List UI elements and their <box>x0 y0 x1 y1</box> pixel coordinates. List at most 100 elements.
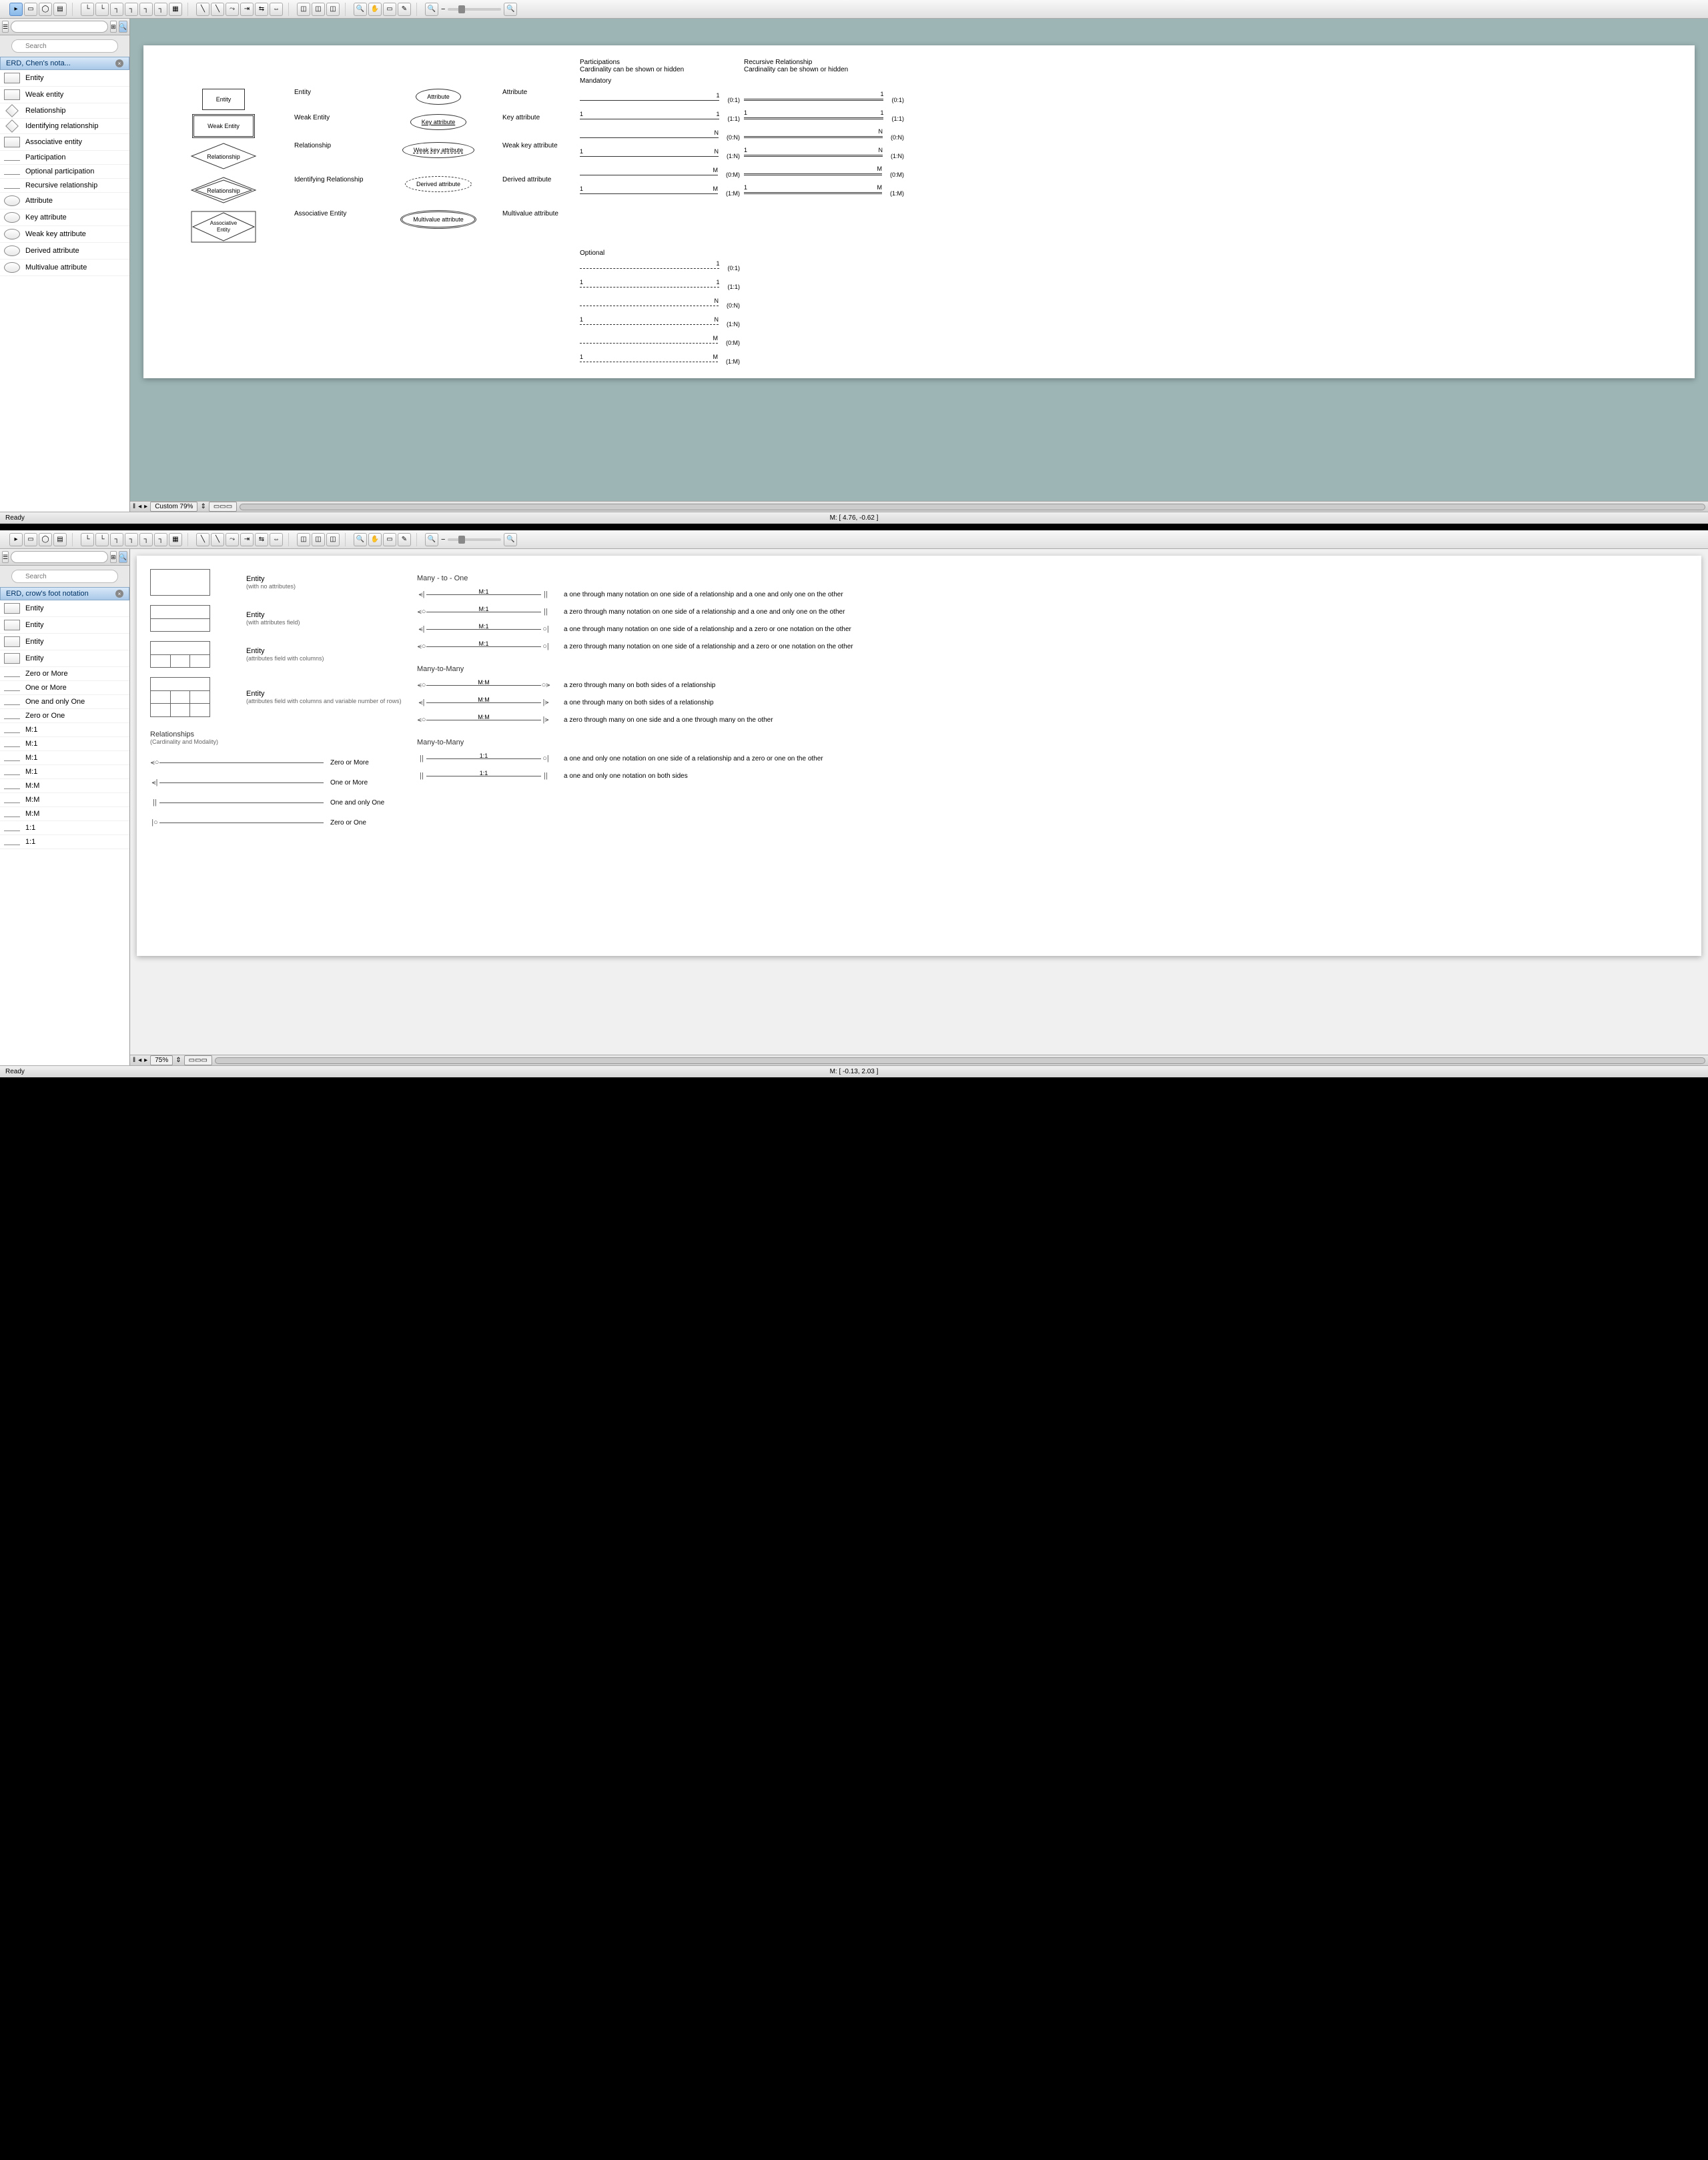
grp1[interactable]: ◫ <box>297 3 310 16</box>
shape-item[interactable]: Attribute <box>0 193 129 209</box>
line6[interactable]: ⇔ <box>270 3 283 16</box>
conn6[interactable]: ┐ <box>154 3 167 16</box>
conn6[interactable]: ┐ <box>154 533 167 546</box>
tree-view-btn[interactable]: ☰ <box>2 551 9 563</box>
stamp-tool[interactable]: ▭ <box>383 533 396 546</box>
line4[interactable]: ⇥ <box>240 533 254 546</box>
zoom-display[interactable]: Custom 79% <box>150 502 197 512</box>
line5[interactable]: ⇆ <box>255 3 268 16</box>
line3[interactable]: ⤳ <box>226 3 239 16</box>
rect-tool[interactable]: ▭ <box>24 533 37 546</box>
shape-item[interactable]: Zero or More <box>0 667 129 681</box>
shape-item[interactable]: Zero or One <box>0 709 129 723</box>
panel-header[interactable]: ERD, crow's foot notation × <box>0 587 129 600</box>
zoom-tool[interactable]: 🔍 <box>354 533 367 546</box>
shape-item[interactable]: M:1 <box>0 723 129 737</box>
grp2[interactable]: ◫ <box>312 3 325 16</box>
shape-item[interactable]: Entity <box>0 70 129 87</box>
eyedrop-tool[interactable]: ✎ <box>398 533 411 546</box>
conn7[interactable]: ▦ <box>169 533 182 546</box>
shape-item[interactable]: 1:1 <box>0 821 129 835</box>
panel-header[interactable]: ERD, Chen's nota... × <box>0 57 129 70</box>
zoom-out[interactable]: 🔍 <box>425 3 438 16</box>
eyedrop-tool[interactable]: ✎ <box>398 3 411 16</box>
conn5[interactable]: ┐ <box>139 3 153 16</box>
line5[interactable]: ⇆ <box>255 533 268 546</box>
line6[interactable]: ⇔ <box>270 533 283 546</box>
shape-item[interactable]: M:1 <box>0 737 129 751</box>
hand-tool[interactable]: ✋ <box>368 3 382 16</box>
conn7[interactable]: ▦ <box>169 3 182 16</box>
zoom-display[interactable]: 75% <box>150 1055 173 1065</box>
grid-view-btn[interactable]: ⊞ <box>110 551 117 563</box>
close-icon[interactable]: × <box>115 59 123 67</box>
shape-item[interactable]: Derived attribute <box>0 243 129 259</box>
shape-item[interactable]: Identifying relationship <box>0 119 129 134</box>
shape-item[interactable]: Entity <box>0 617 129 634</box>
shape-item[interactable]: Associative entity <box>0 134 129 151</box>
zoom-slider[interactable] <box>448 538 501 541</box>
shape-item[interactable]: Entity <box>0 650 129 667</box>
search-btn[interactable]: 🔍 <box>119 21 127 33</box>
grp3[interactable]: ◫ <box>326 533 340 546</box>
conn3[interactable]: ┐ <box>110 3 123 16</box>
filter-input[interactable] <box>11 21 108 33</box>
conn2[interactable]: └ <box>95 533 109 546</box>
close-icon[interactable]: × <box>115 590 123 598</box>
line2[interactable]: ╲ <box>211 533 224 546</box>
shape-item[interactable]: M:M <box>0 807 129 821</box>
text-tool[interactable]: ▤ <box>53 3 67 16</box>
shape-item[interactable]: 1:1 <box>0 835 129 849</box>
line3[interactable]: ⤳ <box>226 533 239 546</box>
zoom-in[interactable]: 🔍 <box>504 3 517 16</box>
shape-item[interactable]: Recursive relationship <box>0 179 129 193</box>
grp3[interactable]: ◫ <box>326 3 340 16</box>
shape-item[interactable]: Entity <box>0 634 129 650</box>
ellipse-tool[interactable]: ◯ <box>39 533 52 546</box>
stamp-tool[interactable]: ▭ <box>383 3 396 16</box>
canvas[interactable]: Participations Cardinality can be shown … <box>143 45 1695 378</box>
hscroll[interactable]: ‖◂▸ 75% ⇕ ▭▭▭ <box>130 1055 1708 1065</box>
conn1[interactable]: └ <box>81 533 94 546</box>
shape-item[interactable]: Multivalue attribute <box>0 259 129 276</box>
conn2[interactable]: └ <box>95 3 109 16</box>
search-input[interactable] <box>11 39 118 53</box>
zoom-out[interactable]: 🔍 <box>425 533 438 546</box>
zoom-slider[interactable] <box>448 8 501 11</box>
shape-item[interactable]: Participation <box>0 151 129 165</box>
shape-item[interactable]: One and only One <box>0 695 129 709</box>
line4[interactable]: ⇥ <box>240 3 254 16</box>
search-btn[interactable]: 🔍 <box>119 551 127 563</box>
shape-item[interactable]: Optional participation <box>0 165 129 179</box>
shape-item[interactable]: Relationship <box>0 103 129 119</box>
grid-view-btn[interactable]: ⊞ <box>110 21 117 33</box>
search-input[interactable] <box>11 570 118 583</box>
grp1[interactable]: ◫ <box>297 533 310 546</box>
pointer-tool[interactable]: ▸ <box>9 533 23 546</box>
conn3[interactable]: ┐ <box>110 533 123 546</box>
grp2[interactable]: ◫ <box>312 533 325 546</box>
conn4[interactable]: ┐ <box>125 533 138 546</box>
tree-view-btn[interactable]: ☰ <box>2 21 9 33</box>
pointer-tool[interactable]: ▸ <box>9 3 23 16</box>
conn1[interactable]: └ <box>81 3 94 16</box>
shape-item[interactable]: Key attribute <box>0 209 129 226</box>
zoom-tool[interactable]: 🔍 <box>354 3 367 16</box>
shape-item[interactable]: M:1 <box>0 751 129 765</box>
line1[interactable]: ╲ <box>196 3 209 16</box>
shape-item[interactable]: One or More <box>0 681 129 695</box>
line2[interactable]: ╲ <box>211 3 224 16</box>
filter-input[interactable] <box>11 551 108 563</box>
shape-item[interactable]: Weak entity <box>0 87 129 103</box>
zoom-in[interactable]: 🔍 <box>504 533 517 546</box>
shape-item[interactable]: Weak key attribute <box>0 226 129 243</box>
conn5[interactable]: ┐ <box>139 533 153 546</box>
conn4[interactable]: ┐ <box>125 3 138 16</box>
hand-tool[interactable]: ✋ <box>368 533 382 546</box>
shape-item[interactable]: Entity <box>0 600 129 617</box>
shape-item[interactable]: M:M <box>0 779 129 793</box>
canvas[interactable]: Entity(with no attributes)Entity(with at… <box>137 556 1701 956</box>
rect-tool[interactable]: ▭ <box>24 3 37 16</box>
ellipse-tool[interactable]: ◯ <box>39 3 52 16</box>
text-tool[interactable]: ▤ <box>53 533 67 546</box>
